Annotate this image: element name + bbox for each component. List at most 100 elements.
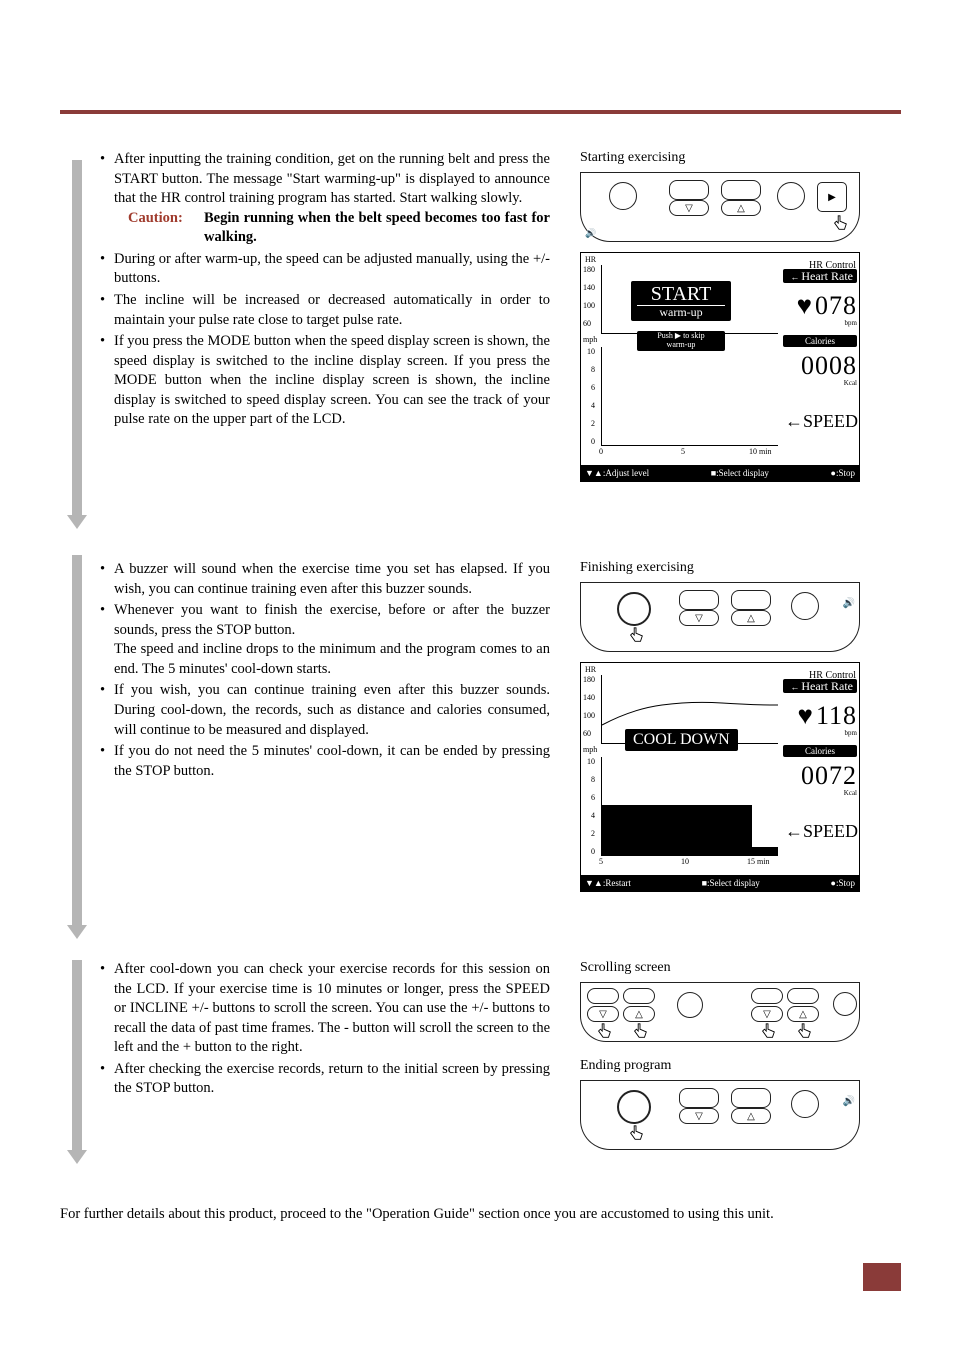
console-diagram-scroll: ▽ △ ▽ △ bbox=[580, 982, 860, 1042]
list-item: If you press the MODE button when the sp… bbox=[100, 332, 550, 430]
finish-bullet-list: A buzzer will sound when the exercise ti… bbox=[100, 560, 550, 781]
mode-button[interactable] bbox=[791, 1090, 819, 1118]
caution-text: Begin running when the belt speed become… bbox=[204, 210, 550, 246]
speed-plot-area bbox=[601, 757, 778, 856]
axis-hr: HR bbox=[585, 665, 596, 674]
tap-icon bbox=[627, 626, 645, 644]
footer-left: :Adjust level bbox=[603, 468, 649, 478]
down-icon bbox=[585, 878, 594, 888]
stop-button[interactable] bbox=[617, 1090, 651, 1124]
lcd-finish: HR 180 140 100 60 mph 10 8 6 4 2 0 bbox=[580, 662, 860, 892]
hr-unit: bpm bbox=[785, 319, 857, 327]
mode-button[interactable] bbox=[677, 992, 703, 1018]
tap-icon bbox=[831, 214, 849, 232]
console-diagram-start: ▽ △ 🔊 bbox=[580, 172, 860, 242]
plus-button[interactable]: △ bbox=[623, 1006, 655, 1022]
list-item: After cool-down you can check your exerc… bbox=[100, 960, 550, 1058]
figure-title: Finishing exercising bbox=[580, 560, 880, 576]
footer-right: :Stop bbox=[836, 468, 855, 478]
up-icon bbox=[594, 468, 603, 478]
plus-button[interactable]: △ bbox=[731, 610, 771, 626]
stop-button[interactable] bbox=[617, 592, 651, 626]
plus-icon: △ bbox=[747, 613, 755, 624]
cooldown-text: COOL DOWN bbox=[625, 729, 738, 751]
tap-icon bbox=[627, 1124, 645, 1142]
footer-note: For further details about this product, … bbox=[60, 1206, 894, 1223]
start-small-text: warm-up bbox=[637, 305, 725, 319]
speed-label: SPEED bbox=[803, 821, 858, 841]
left-arrow-icon: ← bbox=[785, 411, 803, 431]
figure-title: Starting exercising bbox=[580, 150, 880, 166]
cal-unit: Kcal bbox=[785, 379, 857, 387]
minus-button[interactable]: ▽ bbox=[679, 610, 719, 626]
list-item: After inputting the training condition, … bbox=[100, 150, 550, 248]
tap-icon bbox=[795, 1022, 813, 1040]
minus-button[interactable]: ▽ bbox=[587, 1006, 619, 1022]
minus-button[interactable]: ▽ bbox=[669, 200, 709, 216]
left-arrow-icon: ← bbox=[785, 821, 803, 841]
minus-icon: ▽ bbox=[599, 1009, 607, 1020]
minus-icon: ▽ bbox=[695, 613, 703, 624]
scroll-bullet-list: After cool-down you can check your exerc… bbox=[100, 960, 550, 1099]
hr-value: 078 bbox=[815, 291, 857, 320]
page-corner bbox=[863, 1263, 901, 1291]
speed-label: SPEED bbox=[803, 411, 858, 431]
footer-mid: :Select display bbox=[707, 878, 760, 888]
stop-button[interactable] bbox=[609, 182, 637, 210]
list-item: During or after warm-up, the speed can b… bbox=[100, 250, 550, 289]
cal-label: Calories bbox=[805, 746, 835, 756]
text: After inputting the training condition, … bbox=[114, 151, 550, 206]
console-diagram-finish: ▽ △ 🔊 bbox=[580, 582, 860, 652]
mode-button[interactable] bbox=[791, 592, 819, 620]
hr-unit: bpm bbox=[785, 729, 857, 737]
hr-label: Heart Rate bbox=[801, 269, 853, 283]
minus-icon: ▽ bbox=[763, 1009, 771, 1020]
hr-value: 118 bbox=[816, 701, 857, 730]
start-big-text: START bbox=[631, 283, 731, 305]
header-rule bbox=[60, 110, 901, 134]
caution-label: Caution: bbox=[128, 209, 204, 248]
plus-button[interactable]: △ bbox=[787, 1006, 819, 1022]
sound-icon: 🔊 bbox=[585, 228, 596, 239]
minus-button-group[interactable] bbox=[679, 590, 719, 610]
text: Whenever you want to finish the exercise… bbox=[114, 602, 550, 638]
tap-icon bbox=[595, 1022, 613, 1040]
cal-value: 0008 bbox=[785, 353, 857, 379]
axis-hr: HR bbox=[585, 255, 596, 264]
play-icon bbox=[828, 192, 836, 203]
start-bullet-list: After inputting the training condition, … bbox=[100, 150, 550, 430]
cal-label: Calories bbox=[805, 336, 835, 346]
list-item: If you wish, you can continue training e… bbox=[100, 681, 550, 740]
list-item: A buzzer will sound when the exercise ti… bbox=[100, 560, 550, 599]
plus-button-group[interactable] bbox=[721, 180, 761, 200]
list-item: After checking the exercise records, ret… bbox=[100, 1060, 550, 1099]
minus-button[interactable]: ▽ bbox=[751, 1006, 783, 1022]
up-icon bbox=[594, 878, 603, 888]
mode-button[interactable] bbox=[777, 182, 805, 210]
plus-button[interactable]: △ bbox=[731, 1108, 771, 1124]
plus-icon: △ bbox=[747, 1111, 755, 1122]
figure-title: Scrolling screen bbox=[580, 960, 880, 976]
plus-button-group[interactable] bbox=[731, 590, 771, 610]
left-arrow-icon bbox=[790, 272, 801, 282]
minus-button-group[interactable] bbox=[669, 180, 709, 200]
text: The speed and incline drops to the minim… bbox=[114, 640, 550, 679]
speed-plot-area bbox=[601, 347, 778, 446]
push-skip-2: warm-up bbox=[637, 341, 725, 350]
start-button[interactable] bbox=[817, 182, 847, 212]
list-item: Whenever you want to finish the exercise… bbox=[100, 601, 550, 679]
left-arrow-icon bbox=[790, 682, 801, 692]
minus-icon: ▽ bbox=[685, 203, 693, 214]
tap-icon bbox=[759, 1022, 777, 1040]
cal-unit: Kcal bbox=[785, 789, 857, 797]
heart-icon bbox=[798, 701, 816, 730]
plus-button[interactable]: △ bbox=[721, 200, 761, 216]
minus-button[interactable]: ▽ bbox=[679, 1108, 719, 1124]
footer-mid: :Select display bbox=[716, 468, 769, 478]
minus-icon: ▽ bbox=[695, 1111, 703, 1122]
sound-icon: 🔊 bbox=[843, 598, 855, 609]
console-diagram-end: ▽ △ 🔊 bbox=[580, 1080, 860, 1150]
footer-right: :Stop bbox=[836, 878, 855, 888]
tap-icon bbox=[631, 1022, 649, 1040]
footer-left: :Restart bbox=[603, 878, 631, 888]
